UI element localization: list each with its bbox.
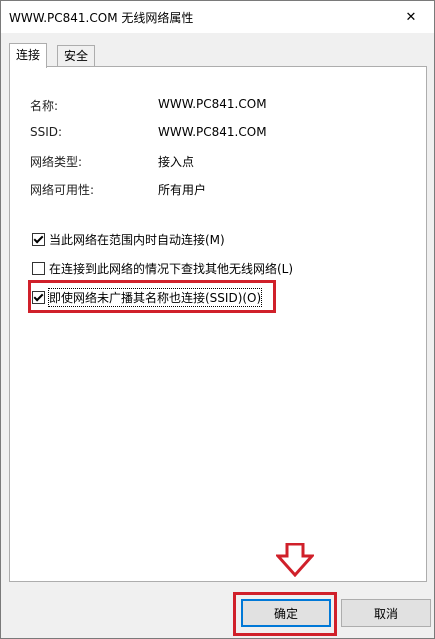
look-for-other-networks-checkbox[interactable]: 在连接到此网络的情况下查找其他无线网络(L) [32, 260, 293, 277]
checkbox-label: 当此网络在范围内时自动连接(M) [49, 233, 225, 247]
title-bar: WWW.PC841.COM 无线网络属性 ✕ [1, 1, 434, 33]
checkbox-unchecked-icon[interactable] [32, 262, 45, 275]
property-label-name: 名称: [30, 99, 59, 113]
cancel-button-label: 取消 [373, 606, 398, 621]
auto-connect-checkbox[interactable]: 当此网络在范围内时自动连接(M) [32, 231, 225, 248]
ok-button-label: 确定 [273, 606, 298, 621]
ok-button[interactable]: 确定 [241, 599, 331, 627]
cancel-button[interactable]: 取消 [341, 599, 431, 627]
property-label-availability: 网络可用性: [30, 183, 95, 197]
highlight-frame [28, 280, 276, 313]
tab-label: 连接 [16, 48, 41, 62]
property-value-network-type: 接入点 [158, 155, 195, 169]
dialog-window: WWW.PC841.COM 无线网络属性 ✕ 连接 安全 名称: WWW.PC8… [0, 0, 435, 639]
property-label-network-type: 网络类型: [30, 155, 83, 169]
tab-security[interactable]: 安全 [57, 45, 96, 67]
tab-panel-connection: 名称: WWW.PC841.COM SSID: WWW.PC841.COM 网络… [9, 66, 427, 582]
close-button[interactable]: ✕ [388, 1, 434, 33]
close-icon: ✕ [405, 9, 417, 25]
property-value-name: WWW.PC841.COM [158, 97, 267, 111]
window-title: WWW.PC841.COM 无线网络属性 [9, 11, 194, 25]
checkbox-checked-icon[interactable] [32, 233, 45, 246]
tab-label: 安全 [64, 49, 89, 63]
down-arrow-icon [276, 543, 314, 577]
tab-connection[interactable]: 连接 [9, 43, 48, 68]
property-label-ssid: SSID: [30, 125, 63, 139]
property-value-ssid: WWW.PC841.COM [158, 125, 267, 139]
property-value-availability: 所有用户 [158, 183, 207, 197]
checkbox-label: 在连接到此网络的情况下查找其他无线网络(L) [49, 262, 294, 276]
